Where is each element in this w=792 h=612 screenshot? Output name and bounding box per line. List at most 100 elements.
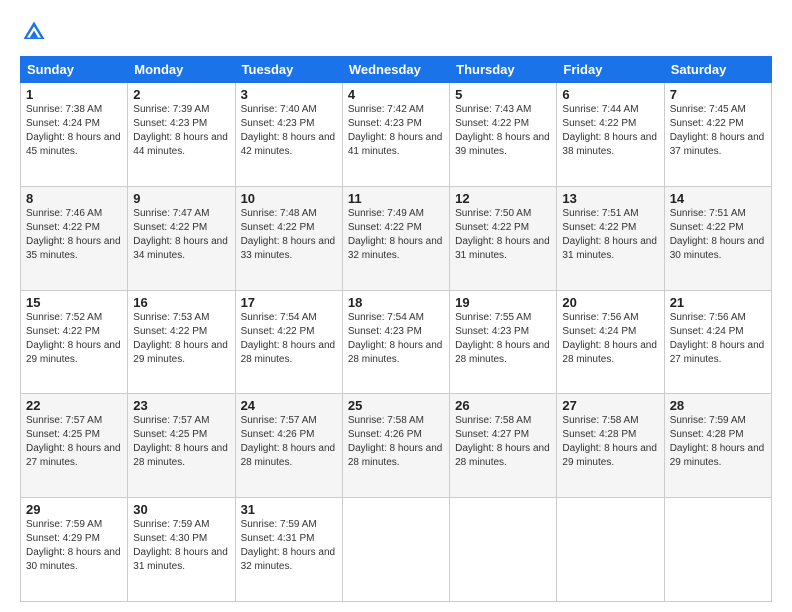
- day-number: 27: [562, 398, 658, 413]
- day-number: 20: [562, 295, 658, 310]
- calendar-cell: [557, 498, 664, 602]
- calendar-week-row: 8Sunrise: 7:46 AMSunset: 4:22 PMDaylight…: [21, 186, 772, 290]
- calendar-cell: 3Sunrise: 7:40 AMSunset: 4:23 PMDaylight…: [235, 83, 342, 187]
- day-of-week-header: Sunday: [21, 57, 128, 83]
- logo: [20, 18, 52, 46]
- day-number: 11: [348, 191, 444, 206]
- day-info: Sunrise: 7:59 AMSunset: 4:28 PMDaylight:…: [670, 414, 766, 470]
- day-number: 22: [26, 398, 122, 413]
- day-info: Sunrise: 7:56 AMSunset: 4:24 PMDaylight:…: [562, 311, 658, 367]
- day-number: 19: [455, 295, 551, 310]
- calendar-cell: 4Sunrise: 7:42 AMSunset: 4:23 PMDaylight…: [342, 83, 449, 187]
- day-info: Sunrise: 7:59 AMSunset: 4:30 PMDaylight:…: [133, 518, 229, 574]
- calendar-cell: 20Sunrise: 7:56 AMSunset: 4:24 PMDayligh…: [557, 290, 664, 394]
- day-of-week-header: Friday: [557, 57, 664, 83]
- calendar-cell: 13Sunrise: 7:51 AMSunset: 4:22 PMDayligh…: [557, 186, 664, 290]
- header: [20, 18, 772, 46]
- day-info: Sunrise: 7:57 AMSunset: 4:25 PMDaylight:…: [133, 414, 229, 470]
- day-info: Sunrise: 7:58 AMSunset: 4:27 PMDaylight:…: [455, 414, 551, 470]
- day-number: 21: [670, 295, 766, 310]
- day-info: Sunrise: 7:57 AMSunset: 4:26 PMDaylight:…: [241, 414, 337, 470]
- calendar-cell: 16Sunrise: 7:53 AMSunset: 4:22 PMDayligh…: [128, 290, 235, 394]
- day-number: 2: [133, 87, 229, 102]
- day-of-week-header: Tuesday: [235, 57, 342, 83]
- calendar-cell: 25Sunrise: 7:58 AMSunset: 4:26 PMDayligh…: [342, 394, 449, 498]
- calendar-cell: 11Sunrise: 7:49 AMSunset: 4:22 PMDayligh…: [342, 186, 449, 290]
- calendar-cell: 24Sunrise: 7:57 AMSunset: 4:26 PMDayligh…: [235, 394, 342, 498]
- calendar-cell: 17Sunrise: 7:54 AMSunset: 4:22 PMDayligh…: [235, 290, 342, 394]
- day-number: 30: [133, 502, 229, 517]
- calendar-cell: 5Sunrise: 7:43 AMSunset: 4:22 PMDaylight…: [450, 83, 557, 187]
- calendar-cell: [342, 498, 449, 602]
- day-number: 26: [455, 398, 551, 413]
- day-info: Sunrise: 7:52 AMSunset: 4:22 PMDaylight:…: [26, 311, 122, 367]
- calendar-cell: 19Sunrise: 7:55 AMSunset: 4:23 PMDayligh…: [450, 290, 557, 394]
- calendar-cell: 8Sunrise: 7:46 AMSunset: 4:22 PMDaylight…: [21, 186, 128, 290]
- day-info: Sunrise: 7:59 AMSunset: 4:29 PMDaylight:…: [26, 518, 122, 574]
- day-info: Sunrise: 7:38 AMSunset: 4:24 PMDaylight:…: [26, 103, 122, 159]
- calendar-cell: 23Sunrise: 7:57 AMSunset: 4:25 PMDayligh…: [128, 394, 235, 498]
- day-number: 17: [241, 295, 337, 310]
- calendar-header: SundayMondayTuesdayWednesdayThursdayFrid…: [21, 57, 772, 83]
- day-info: Sunrise: 7:43 AMSunset: 4:22 PMDaylight:…: [455, 103, 551, 159]
- day-number: 4: [348, 87, 444, 102]
- calendar-week-row: 29Sunrise: 7:59 AMSunset: 4:29 PMDayligh…: [21, 498, 772, 602]
- day-number: 10: [241, 191, 337, 206]
- calendar-cell: 28Sunrise: 7:59 AMSunset: 4:28 PMDayligh…: [664, 394, 771, 498]
- calendar-cell: [664, 498, 771, 602]
- day-of-week-header: Thursday: [450, 57, 557, 83]
- calendar-cell: 29Sunrise: 7:59 AMSunset: 4:29 PMDayligh…: [21, 498, 128, 602]
- calendar-cell: 7Sunrise: 7:45 AMSunset: 4:22 PMDaylight…: [664, 83, 771, 187]
- day-number: 15: [26, 295, 122, 310]
- day-info: Sunrise: 7:55 AMSunset: 4:23 PMDaylight:…: [455, 311, 551, 367]
- day-number: 8: [26, 191, 122, 206]
- page: SundayMondayTuesdayWednesdayThursdayFrid…: [0, 0, 792, 612]
- day-info: Sunrise: 7:49 AMSunset: 4:22 PMDaylight:…: [348, 207, 444, 263]
- calendar-cell: 30Sunrise: 7:59 AMSunset: 4:30 PMDayligh…: [128, 498, 235, 602]
- day-number: 31: [241, 502, 337, 517]
- day-info: Sunrise: 7:53 AMSunset: 4:22 PMDaylight:…: [133, 311, 229, 367]
- day-info: Sunrise: 7:54 AMSunset: 4:22 PMDaylight:…: [241, 311, 337, 367]
- calendar-cell: 21Sunrise: 7:56 AMSunset: 4:24 PMDayligh…: [664, 290, 771, 394]
- calendar-cell: 15Sunrise: 7:52 AMSunset: 4:22 PMDayligh…: [21, 290, 128, 394]
- day-info: Sunrise: 7:46 AMSunset: 4:22 PMDaylight:…: [26, 207, 122, 263]
- calendar-cell: 18Sunrise: 7:54 AMSunset: 4:23 PMDayligh…: [342, 290, 449, 394]
- day-number: 25: [348, 398, 444, 413]
- day-info: Sunrise: 7:58 AMSunset: 4:26 PMDaylight:…: [348, 414, 444, 470]
- day-of-week-header: Monday: [128, 57, 235, 83]
- header-row: SundayMondayTuesdayWednesdayThursdayFrid…: [21, 57, 772, 83]
- day-info: Sunrise: 7:45 AMSunset: 4:22 PMDaylight:…: [670, 103, 766, 159]
- day-number: 28: [670, 398, 766, 413]
- day-info: Sunrise: 7:51 AMSunset: 4:22 PMDaylight:…: [562, 207, 658, 263]
- day-number: 24: [241, 398, 337, 413]
- day-number: 3: [241, 87, 337, 102]
- calendar-cell: 9Sunrise: 7:47 AMSunset: 4:22 PMDaylight…: [128, 186, 235, 290]
- calendar-cell: 6Sunrise: 7:44 AMSunset: 4:22 PMDaylight…: [557, 83, 664, 187]
- calendar-cell: 1Sunrise: 7:38 AMSunset: 4:24 PMDaylight…: [21, 83, 128, 187]
- calendar-week-row: 1Sunrise: 7:38 AMSunset: 4:24 PMDaylight…: [21, 83, 772, 187]
- calendar-body: 1Sunrise: 7:38 AMSunset: 4:24 PMDaylight…: [21, 83, 772, 602]
- day-number: 13: [562, 191, 658, 206]
- day-info: Sunrise: 7:39 AMSunset: 4:23 PMDaylight:…: [133, 103, 229, 159]
- day-info: Sunrise: 7:54 AMSunset: 4:23 PMDaylight:…: [348, 311, 444, 367]
- calendar-week-row: 15Sunrise: 7:52 AMSunset: 4:22 PMDayligh…: [21, 290, 772, 394]
- day-number: 18: [348, 295, 444, 310]
- day-number: 1: [26, 87, 122, 102]
- calendar-week-row: 22Sunrise: 7:57 AMSunset: 4:25 PMDayligh…: [21, 394, 772, 498]
- day-info: Sunrise: 7:50 AMSunset: 4:22 PMDaylight:…: [455, 207, 551, 263]
- calendar-cell: 2Sunrise: 7:39 AMSunset: 4:23 PMDaylight…: [128, 83, 235, 187]
- day-of-week-header: Wednesday: [342, 57, 449, 83]
- calendar-cell: 26Sunrise: 7:58 AMSunset: 4:27 PMDayligh…: [450, 394, 557, 498]
- day-number: 7: [670, 87, 766, 102]
- calendar-cell: 31Sunrise: 7:59 AMSunset: 4:31 PMDayligh…: [235, 498, 342, 602]
- day-info: Sunrise: 7:57 AMSunset: 4:25 PMDaylight:…: [26, 414, 122, 470]
- day-of-week-header: Saturday: [664, 57, 771, 83]
- day-info: Sunrise: 7:42 AMSunset: 4:23 PMDaylight:…: [348, 103, 444, 159]
- day-number: 6: [562, 87, 658, 102]
- calendar-cell: 14Sunrise: 7:51 AMSunset: 4:22 PMDayligh…: [664, 186, 771, 290]
- logo-icon: [20, 18, 48, 46]
- calendar-cell: [450, 498, 557, 602]
- calendar-cell: 27Sunrise: 7:58 AMSunset: 4:28 PMDayligh…: [557, 394, 664, 498]
- day-info: Sunrise: 7:59 AMSunset: 4:31 PMDaylight:…: [241, 518, 337, 574]
- day-number: 5: [455, 87, 551, 102]
